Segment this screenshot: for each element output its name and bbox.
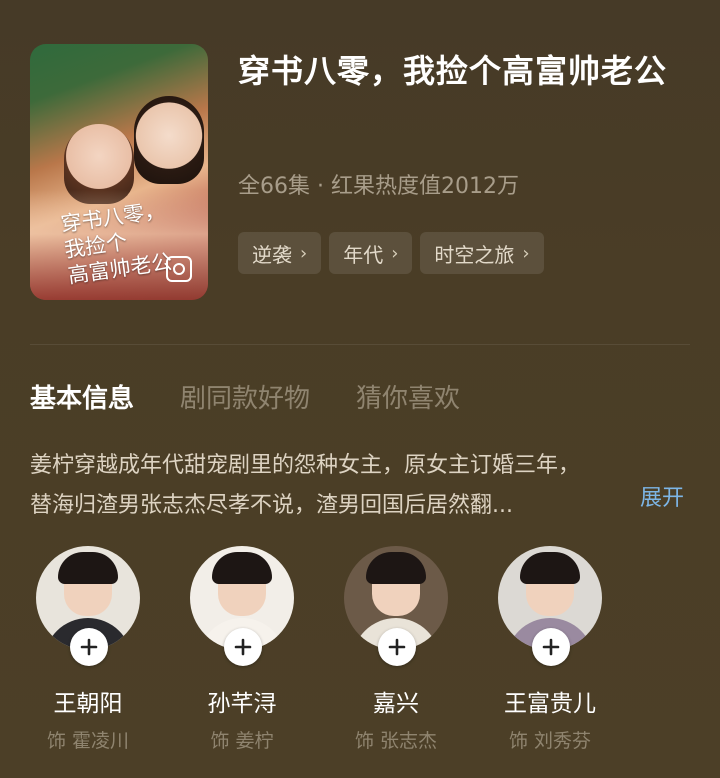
chevron-right-icon: ›: [522, 242, 530, 264]
avatar-hair: [366, 552, 426, 584]
actor-role: 饰 姜柠: [210, 730, 274, 752]
actor-name: 嘉兴: [373, 691, 419, 717]
info-tabs: 基本信息 剧同款好物 猜你喜欢: [30, 378, 460, 415]
cast-member[interactable]: 王朝阳 饰 霍凌川: [36, 546, 140, 752]
cast-member[interactable]: 孙芊浔 饰 姜柠: [190, 546, 294, 752]
avatar-hair: [520, 552, 580, 584]
drama-title: 穿书八零，我捡个高富帅老公: [238, 52, 668, 90]
actor-name: 王富贵儿: [504, 691, 596, 717]
synopsis-line: 替海归渣男张志杰尽孝不说，渣男回国后居然翻...: [30, 493, 513, 518]
follow-plus-icon[interactable]: [70, 628, 108, 666]
follow-plus-icon[interactable]: [378, 628, 416, 666]
tag-chip[interactable]: 年代 ›: [329, 232, 413, 274]
follow-plus-icon[interactable]: [224, 628, 262, 666]
tab-recommendations[interactable]: 猜你喜欢: [356, 378, 460, 415]
actor-name: 王朝阳: [53, 691, 123, 717]
actor-role: 饰 张志杰: [354, 730, 438, 752]
drama-poster[interactable]: 穿书八零， 我捡个 高富帅老公: [30, 44, 208, 300]
synopsis: 姜柠穿越成年代甜宠剧里的怨种女主，原女主订婚三年， 替海归渣男张志杰尽孝不说，渣…: [30, 446, 630, 526]
tag-chip[interactable]: 逆袭 ›: [238, 232, 322, 274]
poster-logo-icon: [166, 256, 192, 282]
synopsis-line: 姜柠穿越成年代甜宠剧里的怨种女主，原女主订婚三年，: [30, 453, 581, 478]
drama-meta: 全66集 · 红果热度值2012万: [238, 174, 519, 199]
avatar-hair: [212, 552, 272, 584]
tag-label: 年代: [343, 242, 384, 267]
section-divider: [30, 344, 690, 345]
actor-name: 孙芊浔: [207, 691, 277, 717]
avatar-hair: [58, 552, 118, 584]
tag-chip[interactable]: 时空之旅 ›: [420, 232, 544, 274]
tag-label: 逆袭: [252, 242, 292, 267]
actor-role: 饰 刘秀芬: [508, 730, 592, 752]
follow-plus-icon[interactable]: [532, 628, 570, 666]
tag-label: 时空之旅: [434, 242, 515, 267]
cast-member[interactable]: 王富贵儿 饰 刘秀芬: [498, 546, 602, 752]
actor-role: 饰 霍凌川: [46, 730, 130, 752]
tag-list: 逆袭 › 年代 › 时空之旅 ›: [238, 232, 544, 274]
expand-link[interactable]: 展开: [640, 480, 684, 512]
chevron-right-icon: ›: [391, 242, 399, 264]
chevron-right-icon: ›: [300, 242, 308, 264]
tab-related-products[interactable]: 剧同款好物: [180, 378, 310, 415]
cast-member[interactable]: 嘉兴 饰 张志杰: [344, 546, 448, 752]
tab-basic-info[interactable]: 基本信息: [30, 378, 134, 415]
poster-title-art: 穿书八零， 我捡个 高富帅老公: [59, 198, 174, 288]
poster-male-lead: [134, 96, 204, 184]
